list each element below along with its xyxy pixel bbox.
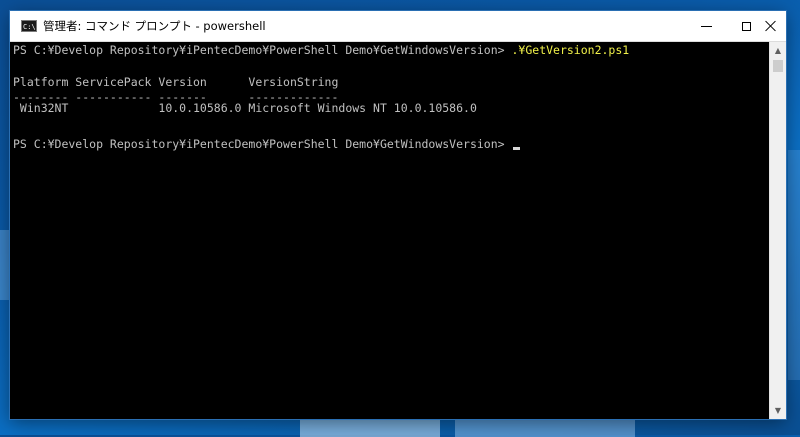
desktop-wallpaper-beam	[300, 418, 440, 437]
scrollbar-thumb[interactable]	[773, 60, 783, 72]
prompt-text: PS C:¥Develop Repository¥iPentecDemo¥Pow…	[13, 43, 512, 57]
window-title: 管理者: コマンド プロンプト - powershell	[43, 19, 266, 33]
title-bar[interactable]: C:\ 管理者: コマンド プロンプト - powershell	[10, 11, 786, 42]
desktop-wallpaper-beam	[455, 418, 635, 437]
console-output[interactable]: PS C:¥Develop Repository¥iPentecDemo¥Pow…	[10, 42, 769, 419]
powershell-window[interactable]: C:\ 管理者: コマンド プロンプト - powershell PS C:¥D…	[10, 11, 786, 419]
minimize-icon	[700, 25, 712, 27]
minimize-button[interactable]	[686, 11, 726, 41]
table-row: Win32NT 10.0.10586.0 Microsoft Windows N…	[13, 101, 477, 115]
close-icon	[765, 20, 777, 32]
prompt-text: PS C:¥Develop Repository¥iPentecDemo¥Pow…	[13, 137, 512, 151]
maximize-icon	[741, 21, 751, 31]
scroll-up-arrow-icon[interactable]: ▲	[770, 42, 786, 59]
scroll-down-arrow-icon[interactable]: ▼	[770, 402, 786, 419]
console-line-prompt: PS C:¥Develop Repository¥iPentecDemo¥Pow…	[13, 137, 520, 153]
desktop-wallpaper-beam	[788, 150, 800, 380]
close-button[interactable]	[756, 11, 786, 41]
cmd-icon[interactable]: C:\	[21, 20, 37, 32]
command-text: .¥GetVersion2.ps1	[511, 43, 630, 57]
vertical-scrollbar[interactable]: ▲ ▼	[769, 42, 786, 419]
cmd-icon-label: C:\	[23, 23, 36, 31]
table-header: Platform ServicePack Version VersionStri…	[13, 75, 339, 89]
console-line-command: PS C:¥Develop Repository¥iPentecDemo¥Pow…	[13, 43, 629, 59]
text-cursor	[512, 147, 520, 150]
